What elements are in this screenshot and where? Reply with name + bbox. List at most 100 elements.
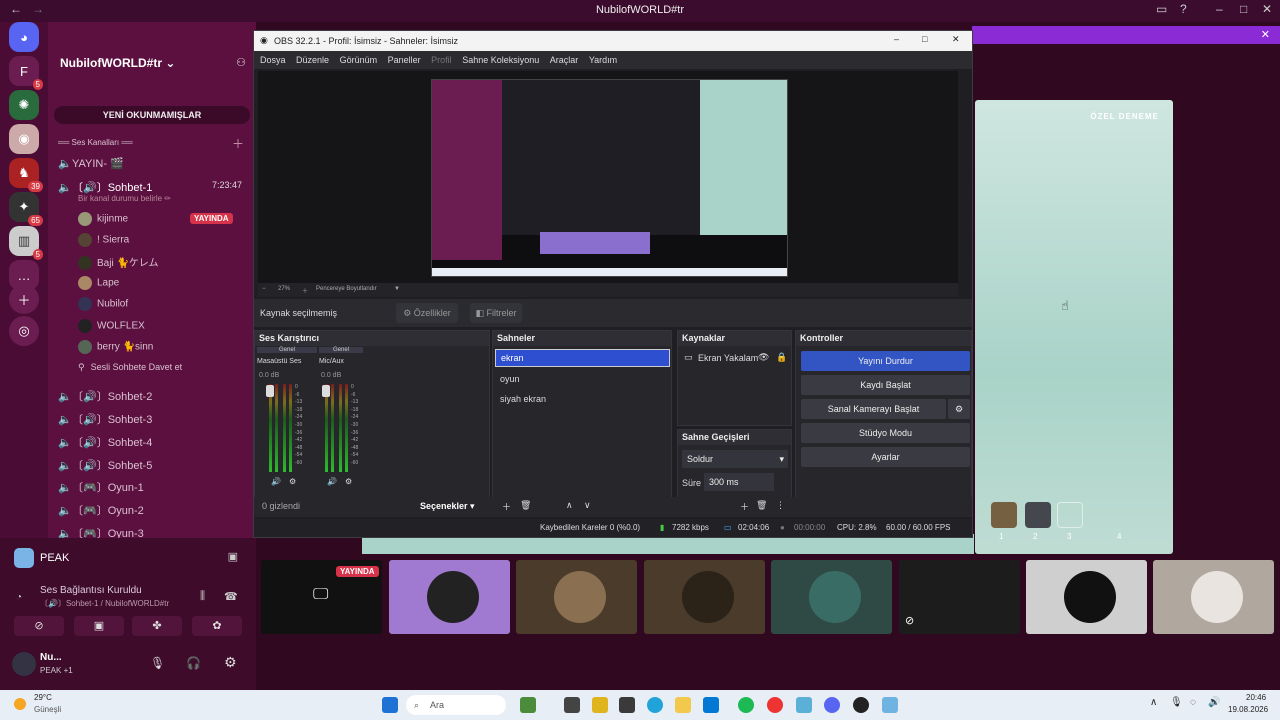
menu-yardim[interactable]: Yardım bbox=[589, 55, 617, 65]
unread-banner[interactable]: YENİ OKUNMAMIŞLAR bbox=[54, 106, 250, 124]
network-icon[interactable]: ◌ bbox=[1190, 697, 1196, 708]
mixer-channel-name[interactable]: Mic/Aux bbox=[319, 358, 344, 365]
invite-button[interactable]: ⚲ Sesli Sohbete Davet et bbox=[78, 362, 182, 373]
add-friend-icon[interactable]: ⚇ bbox=[236, 56, 246, 69]
store-icon[interactable] bbox=[703, 697, 719, 713]
participant-tile[interactable] bbox=[389, 560, 510, 634]
scene-item[interactable]: oyun bbox=[500, 374, 520, 384]
participant-tile[interactable] bbox=[516, 560, 637, 634]
notification-close-icon[interactable]: ✕ bbox=[1261, 28, 1270, 41]
channel-item[interactable]: 🔈〔🎮〕Oyun-1 bbox=[58, 479, 144, 495]
opera-icon[interactable] bbox=[767, 697, 783, 713]
maximize-icon[interactable]: □ bbox=[1240, 2, 1247, 16]
volume-slider[interactable] bbox=[322, 385, 330, 397]
channel-active[interactable]: 🔈〔🔊〕Sohbet-1 bbox=[58, 179, 152, 195]
mute-icon[interactable]: 🔊 bbox=[271, 477, 281, 486]
clock-time[interactable]: 20:46 bbox=[1246, 693, 1266, 702]
menu-dosya[interactable]: Dosya bbox=[260, 55, 286, 65]
channel-yayin[interactable]: 🔈YAYIN- 🎬 bbox=[58, 157, 124, 170]
settings-button[interactable]: Ayarlar bbox=[801, 447, 970, 467]
menu-gorunum[interactable]: Görünüm bbox=[340, 55, 378, 65]
spotify-icon[interactable] bbox=[738, 697, 754, 713]
soundboard-button[interactable]: ✿ bbox=[192, 616, 242, 636]
server-icon[interactable]: F5 bbox=[9, 56, 43, 90]
explorer-icon[interactable] bbox=[675, 697, 691, 713]
voice-user[interactable]: WOLFLEX bbox=[78, 319, 145, 333]
channel-item[interactable]: 🔈〔🔊〕Sohbet-3 bbox=[58, 411, 152, 427]
screen-share-button[interactable]: ▣ bbox=[74, 616, 124, 636]
server-icon[interactable]: ◉ bbox=[9, 124, 39, 154]
app-icon[interactable] bbox=[882, 697, 898, 713]
mixer-settings-icon[interactable]: ⚙ bbox=[345, 477, 352, 486]
preview-area[interactable] bbox=[258, 71, 958, 283]
server-icon[interactable]: ✦ 65 bbox=[9, 192, 43, 226]
discord-icon[interactable] bbox=[824, 697, 840, 713]
camera-off-button[interactable]: ⊘ bbox=[14, 616, 64, 636]
mute-icon[interactable]: 🔊 bbox=[327, 477, 337, 486]
channel-item[interactable]: 🔈〔🎮〕Oyun-2 bbox=[58, 502, 144, 518]
tray-chevron-icon[interactable]: ∧ bbox=[1150, 697, 1157, 708]
voice-user[interactable]: Nubilof bbox=[78, 297, 128, 311]
minimize-icon[interactable]: – bbox=[894, 34, 899, 44]
menu-araclar[interactable]: Araçlar bbox=[550, 55, 579, 65]
edge-icon[interactable] bbox=[647, 697, 663, 713]
activity-share-icon[interactable]: ▣ bbox=[228, 550, 238, 563]
options-button[interactable]: Seçenekler ▾ bbox=[420, 501, 475, 512]
menu-duzenle[interactable]: Düzenle bbox=[296, 55, 329, 65]
more-icon[interactable]: ⋮ bbox=[776, 500, 785, 511]
volume-icon[interactable]: 🔊 bbox=[1208, 697, 1220, 708]
move-down-icon[interactable]: ∨ bbox=[584, 500, 591, 511]
help-icon[interactable]: ? bbox=[1180, 2, 1187, 16]
add-scene-icon[interactable]: ＋ bbox=[502, 500, 511, 513]
duration-input[interactable]: 300 ms bbox=[704, 473, 774, 491]
participant-tile[interactable] bbox=[1026, 560, 1147, 634]
app-icon[interactable] bbox=[520, 697, 536, 713]
channel-item[interactable]: 🔈〔🔊〕Sohbet-4 bbox=[58, 434, 152, 450]
start-recording-button[interactable]: Kaydı Başlat bbox=[801, 375, 970, 395]
transition-select[interactable]: Soldur ▾ bbox=[682, 450, 788, 468]
add-transition-icon[interactable]: ＋ bbox=[740, 500, 749, 513]
app-icon[interactable] bbox=[592, 697, 608, 713]
voice-user[interactable]: Baji 🐈ケレム bbox=[78, 254, 159, 271]
app-icon[interactable] bbox=[619, 697, 635, 713]
server-icon[interactable]: ✺ bbox=[9, 90, 39, 120]
microphone-tray-icon[interactable]: 🎙 bbox=[1170, 697, 1183, 708]
stream-tile[interactable]: YAYINDA 🖵 bbox=[261, 560, 382, 634]
obs-icon[interactable] bbox=[853, 697, 869, 713]
discover-icon[interactable]: ◎ bbox=[9, 316, 39, 346]
mixer-settings-icon[interactable]: ⚙ bbox=[289, 477, 296, 486]
voice-user[interactable]: ! Sierra bbox=[78, 233, 129, 247]
disconnect-icon[interactable]: ☎ bbox=[224, 590, 238, 603]
headphones-icon[interactable]: 🎧 bbox=[186, 656, 201, 670]
windows-start-icon[interactable] bbox=[382, 697, 398, 713]
voice-user[interactable]: kijinme bbox=[78, 212, 128, 226]
zoom-dropdown-icon[interactable]: ▼ bbox=[394, 286, 400, 292]
clock-date[interactable]: 19.08.2026 bbox=[1228, 705, 1268, 714]
add-channel-icon[interactable]: ＋ bbox=[232, 135, 244, 152]
server-icon[interactable]: ▥ 5 bbox=[9, 226, 43, 260]
menu-profil[interactable]: Profil bbox=[431, 55, 452, 65]
channel-item[interactable]: 🔈〔🔊〕Sohbet-2 bbox=[58, 388, 152, 404]
add-server-icon[interactable]: ＋ bbox=[9, 284, 39, 314]
voice-status[interactable]: Ses Bağlantısı Kuruldu bbox=[40, 585, 142, 596]
remove-transition-icon[interactable]: 🗑 bbox=[756, 500, 767, 511]
settings-icon[interactable]: ⚙ bbox=[224, 654, 237, 671]
fit-window[interactable]: Pencereye Boyutlandır bbox=[316, 286, 377, 292]
participant-tile[interactable] bbox=[644, 560, 765, 634]
voice-user[interactable]: berry 🐈sinn bbox=[78, 340, 153, 354]
stop-stream-button[interactable]: Yayını Durdur bbox=[801, 351, 970, 371]
voice-user[interactable]: Lape bbox=[78, 276, 119, 290]
lock-icon[interactable]: 🔒 bbox=[776, 352, 787, 363]
microphone-icon[interactable]: 🎙 bbox=[150, 656, 165, 670]
activities-button[interactable]: ✤ bbox=[132, 616, 182, 636]
close-icon[interactable]: ✕ bbox=[1262, 2, 1272, 16]
source-item[interactable]: Ekran Yakalam bbox=[698, 353, 758, 363]
app-icon[interactable] bbox=[564, 697, 580, 713]
move-up-icon[interactable]: ∧ bbox=[566, 500, 573, 511]
volume-slider[interactable] bbox=[266, 385, 274, 397]
server-name[interactable]: NubilofWORLD#tr ⌄ bbox=[60, 56, 175, 70]
filters-button[interactable]: ◧ Filtreler bbox=[470, 303, 522, 323]
virtual-camera-button[interactable]: Sanal Kamerayı Başlat bbox=[801, 399, 946, 419]
virtual-camera-settings-icon[interactable]: ⚙ bbox=[948, 399, 970, 419]
scene-item[interactable]: ekran bbox=[495, 349, 670, 367]
